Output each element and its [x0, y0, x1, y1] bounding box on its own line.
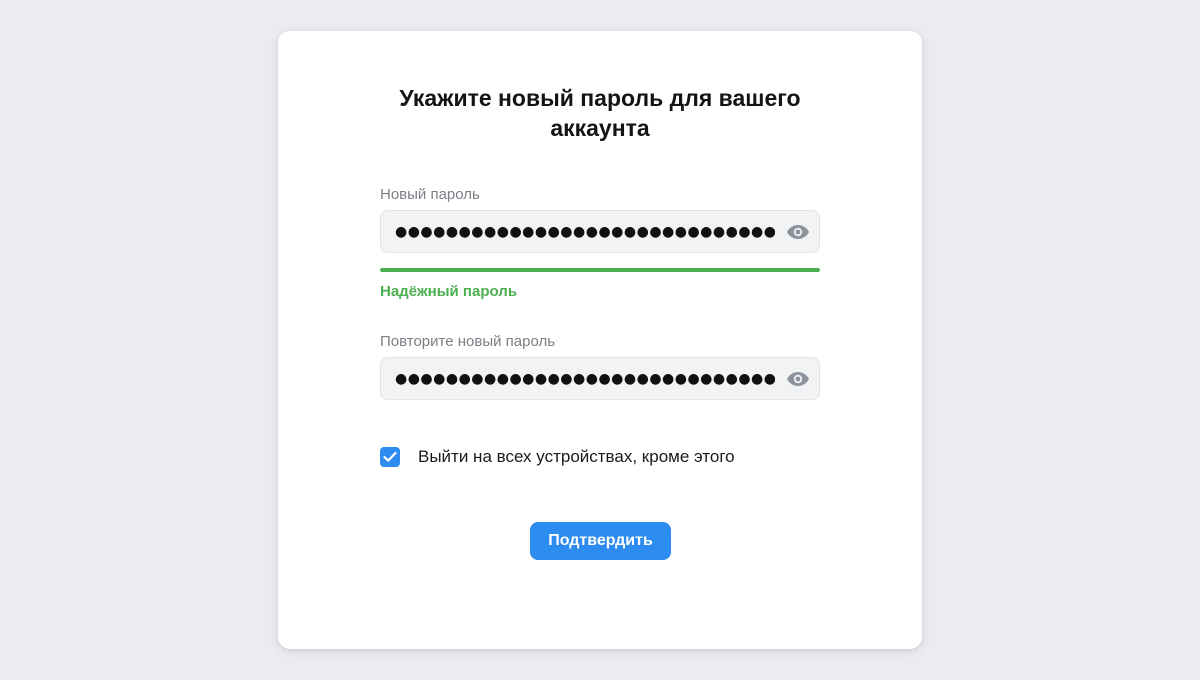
checkmark-icon [383, 451, 397, 462]
logout-other-devices-checkbox[interactable] [380, 447, 400, 467]
new-password-input[interactable] [395, 211, 775, 252]
logout-other-devices-row[interactable]: Выйти на всех устройствах, кроме этого [380, 447, 735, 467]
new-password-label: Новый пароль [380, 186, 480, 203]
password-strength-fill [380, 268, 820, 272]
confirm-button[interactable]: Подтвердить [530, 522, 671, 560]
repeat-password-field-wrapper [380, 357, 820, 400]
eye-icon[interactable] [785, 220, 811, 244]
password-reset-card: Укажите новый пароль для вашего аккаунта… [278, 31, 922, 649]
new-password-field-wrapper [380, 210, 820, 253]
repeat-password-label: Повторите новый пароль [380, 333, 556, 350]
repeat-password-input[interactable] [395, 358, 775, 399]
password-strength-bar [380, 268, 820, 272]
page-title: Укажите новый пароль для вашего аккаунта [399, 85, 801, 141]
logout-other-devices-label: Выйти на всех устройствах, кроме этого [418, 447, 735, 466]
eye-icon[interactable] [785, 367, 811, 391]
password-strength-text: Надёжный пароль [380, 283, 518, 300]
